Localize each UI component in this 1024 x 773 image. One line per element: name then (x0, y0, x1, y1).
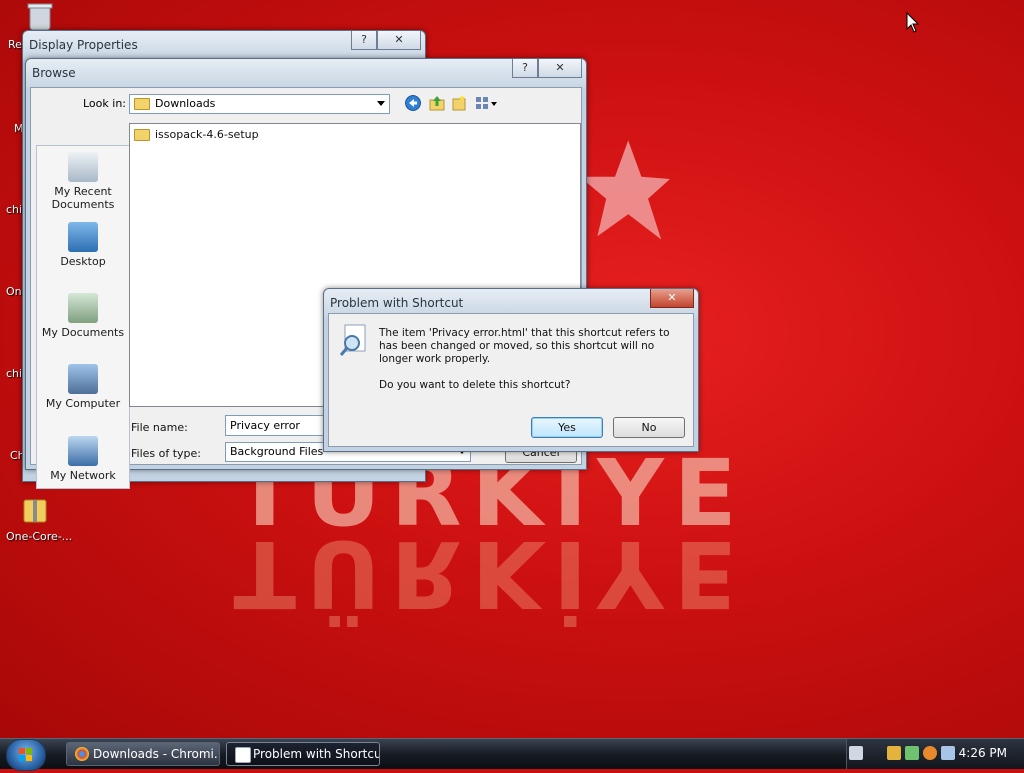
windows-logo-icon (19, 748, 32, 761)
taskbar-item-label: Downloads - Chromi... (93, 747, 220, 761)
look-in-value: Downloads (155, 97, 216, 110)
place-my-network[interactable]: My Network (37, 436, 129, 482)
yes-button[interactable]: Yes (531, 417, 603, 438)
place-label: My Recent Documents (51, 185, 115, 211)
place-label: My Computer (45, 397, 121, 410)
my-network-icon (68, 436, 98, 466)
window-title: Browse (32, 66, 76, 80)
close-button[interactable]: ✕ (538, 59, 582, 78)
problem-with-shortcut-dialog[interactable]: Problem with Shortcut ✕ The item 'Privac… (323, 288, 699, 452)
desktop-icon-label: chi (6, 367, 23, 380)
place-my-computer[interactable]: My Computer (37, 364, 129, 410)
volume-icon[interactable] (941, 746, 955, 760)
place-my-documents[interactable]: My Documents (37, 293, 129, 339)
place-label: Desktop (60, 255, 106, 268)
problem-dialog-client: The item 'Privacy error.html' that this … (328, 313, 694, 447)
look-in-dropdown[interactable]: Downloads (129, 94, 390, 114)
files-of-type-label: Files of type: (131, 447, 202, 460)
keyboard-icon[interactable] (849, 746, 863, 760)
wallpaper-text-reflection: TÜRKİYE (233, 520, 747, 627)
zip-folder-icon (23, 499, 47, 523)
desktop-icon-label: One-Core-... (6, 530, 73, 543)
close-button[interactable]: ✕ (377, 31, 421, 50)
folder-icon (134, 129, 150, 141)
taskbar-item-downloads-chrome[interactable]: Downloads - Chromi... (66, 742, 220, 766)
new-folder-icon[interactable] (451, 95, 467, 111)
places-bar: My Recent Documents Desktop My Documents… (36, 145, 130, 489)
back-icon[interactable] (405, 95, 421, 111)
shortcut-search-icon (339, 324, 366, 356)
place-my-recent-documents[interactable]: My Recent Documents (37, 152, 129, 211)
system-tray: 4:26 PM (846, 739, 1024, 769)
clock[interactable]: 4:26 PM (959, 746, 1007, 760)
my-documents-icon (68, 293, 98, 323)
problem-question: Do you want to delete this shortcut? (379, 379, 571, 391)
list-item[interactable]: issopack-4.6-setup (134, 128, 259, 141)
help-button[interactable]: ? (512, 59, 538, 78)
search-icon[interactable] (923, 746, 937, 760)
file-name: issopack-4.6-setup (155, 128, 259, 141)
my-computer-icon (68, 364, 98, 394)
desktop-icon-label: On (6, 285, 22, 298)
display-properties-titlebar[interactable]: Display Properties ? ✕ (23, 31, 425, 59)
chevron-down-icon (377, 101, 385, 106)
recycle-bin-icon (27, 3, 53, 31)
start-button[interactable] (6, 739, 46, 771)
recent-documents-icon (68, 152, 98, 182)
views-menu-icon[interactable] (475, 95, 499, 111)
no-button[interactable]: No (613, 417, 685, 438)
files-of-type-value: Background Files (230, 445, 324, 458)
place-label: My Network (50, 469, 116, 482)
taskbar-item-label: Problem with Shortcut (253, 747, 380, 761)
desktop-icon (68, 222, 98, 252)
mouse-cursor-icon (906, 12, 920, 33)
browse-titlebar[interactable]: Browse ? ✕ (26, 59, 586, 87)
chrome-icon (75, 747, 89, 761)
problem-message: The item 'Privacy error.html' that this … (379, 327, 670, 365)
up-folder-icon[interactable] (429, 95, 445, 111)
window-title: Problem with Shortcut (330, 296, 464, 310)
desktop-icon-label: chi (6, 203, 23, 216)
desktop-icon-shortcut-2[interactable]: On (6, 285, 22, 298)
place-label: My Documents (41, 326, 125, 339)
window-title: Display Properties (29, 38, 138, 52)
file-name-label: File name: (131, 421, 188, 434)
look-in-label: Look in: (83, 97, 126, 110)
desktop-icon-shortcut-1[interactable]: chi (6, 203, 22, 216)
network-icon[interactable] (905, 746, 919, 760)
place-desktop[interactable]: Desktop (37, 222, 129, 268)
security-shield-icon[interactable] (887, 746, 901, 760)
close-button[interactable]: ✕ (650, 289, 694, 308)
taskbar-item-problem-with-shortcut[interactable]: Problem with Shortcut (226, 742, 380, 766)
window-icon (235, 747, 251, 763)
desktop-icon-label: Re (8, 38, 22, 51)
taskbar: Downloads - Chromi... Problem with Short… (0, 738, 1024, 771)
desktop-icon-shortcut-3[interactable]: chi (6, 367, 22, 380)
help-button[interactable]: ? (351, 31, 377, 50)
folder-icon (134, 98, 150, 110)
